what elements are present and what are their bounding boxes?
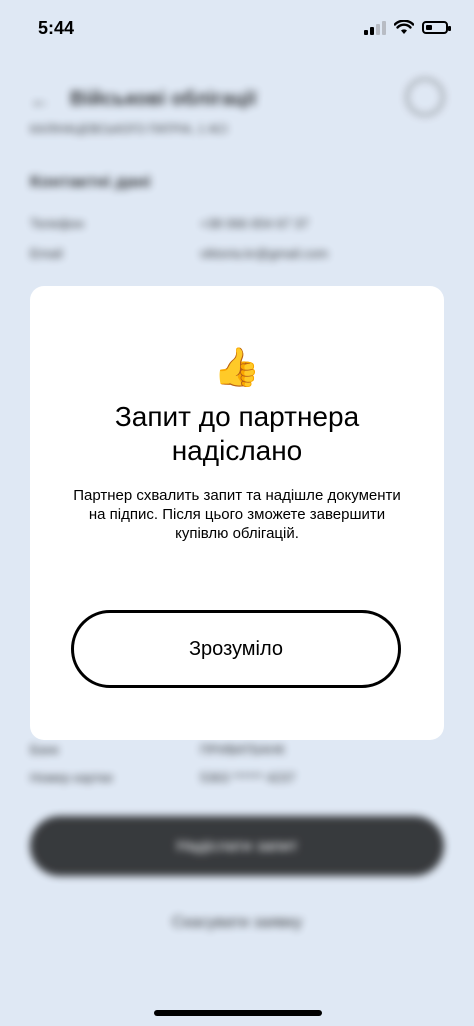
phone-value: +38 066 654 67 37	[200, 216, 309, 231]
bank-value: ПРИВАТБАНК	[200, 742, 286, 757]
page-title: Військові облігації	[70, 88, 257, 110]
confirmation-modal: 👍 Запит до партнера надіслано Партнер сх…	[30, 286, 444, 740]
signal-icon	[364, 20, 386, 35]
understood-button[interactable]: Зрозуміло	[71, 610, 401, 688]
back-button[interactable]: ←	[30, 90, 50, 113]
contacts-title: Контактні дані	[30, 172, 151, 191]
battery-icon	[422, 21, 451, 34]
modal-title: Запит до партнера надіслано	[114, 401, 360, 466]
home-indicator[interactable]	[154, 1010, 322, 1016]
status-icons	[364, 20, 451, 35]
cancel-request-link[interactable]: Скасувати заявку	[0, 914, 474, 932]
modal-text: Партнер схвалить запит та надішле докуме…	[73, 487, 401, 542]
status-bar: 5:44	[0, 0, 474, 56]
card-value: 5363 ****** 4237	[200, 770, 296, 785]
page-subtitle: КАЛІНАЦЕВСЬКОГО ПАТРІА, 1 АСІ	[30, 122, 228, 136]
bank-label: Банк	[30, 742, 59, 757]
send-request-label: Надіслати запит	[176, 838, 298, 855]
phone-label: Телефон	[30, 216, 84, 231]
email-label: Email	[30, 246, 63, 261]
thumbs-up-icon: 👍	[213, 347, 261, 389]
email-value: viktoria.kr@gmail.com	[200, 246, 329, 261]
info-icon[interactable]	[406, 78, 444, 116]
status-time: 5:44	[38, 18, 75, 38]
wifi-icon	[394, 20, 414, 34]
card-label: Номер картки	[30, 770, 113, 785]
